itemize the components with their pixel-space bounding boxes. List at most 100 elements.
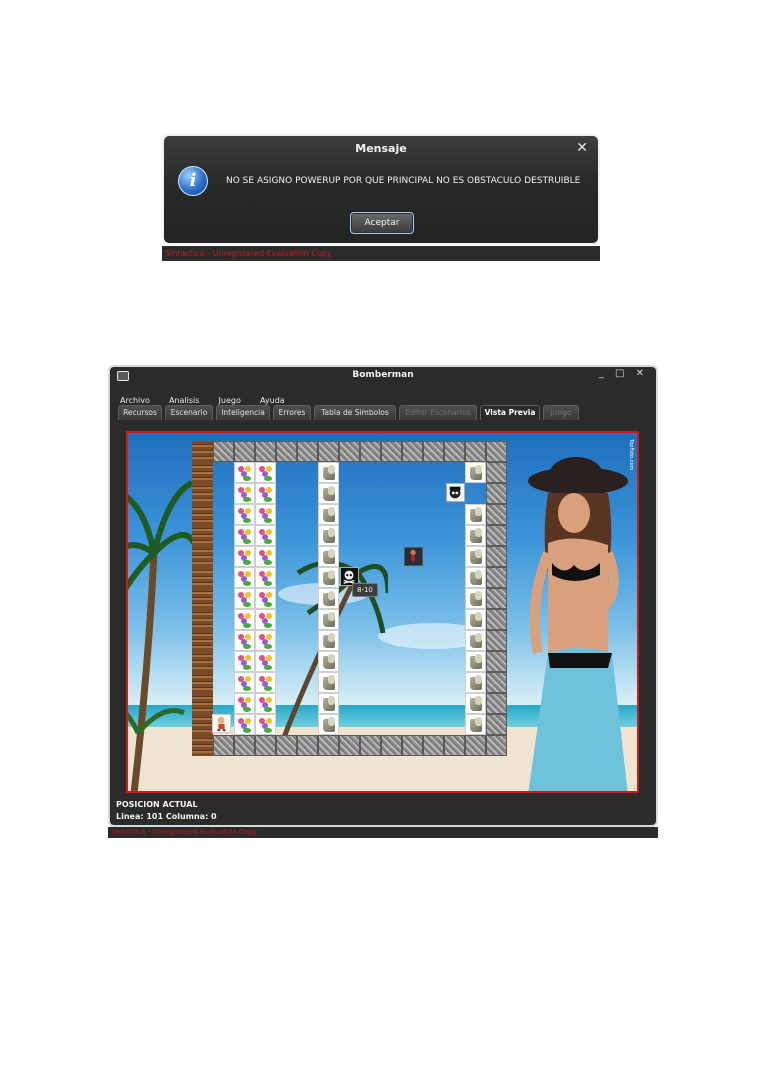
stone-wall-tile[interactable] <box>318 441 339 462</box>
rock-block-tile[interactable] <box>465 546 486 567</box>
rock-block-tile[interactable] <box>465 714 486 735</box>
stone-wall-tile[interactable] <box>360 441 381 462</box>
flower-block-tile[interactable] <box>255 693 276 714</box>
flower-block-tile[interactable] <box>255 714 276 735</box>
flower-block-tile[interactable] <box>234 588 255 609</box>
rock-block-tile[interactable] <box>318 672 339 693</box>
stone-wall-tile[interactable] <box>486 546 507 567</box>
stone-wall-tile[interactable] <box>255 441 276 462</box>
stone-wall-tile[interactable] <box>444 441 465 462</box>
wood-wall-tile[interactable] <box>192 693 213 714</box>
flower-block-tile[interactable] <box>255 630 276 651</box>
rock-block-tile[interactable] <box>318 609 339 630</box>
stone-wall-tile[interactable] <box>339 735 360 756</box>
stone-wall-tile[interactable] <box>486 609 507 630</box>
wood-wall-tile[interactable] <box>192 735 213 756</box>
rock-block-tile[interactable] <box>465 630 486 651</box>
wood-wall-tile[interactable] <box>192 672 213 693</box>
stone-wall-tile[interactable] <box>276 735 297 756</box>
flower-block-tile[interactable] <box>234 546 255 567</box>
rock-block-tile[interactable] <box>318 483 339 504</box>
flower-block-tile[interactable] <box>255 525 276 546</box>
flower-block-tile[interactable] <box>234 630 255 651</box>
stone-wall-tile[interactable] <box>423 735 444 756</box>
title-bar[interactable]: Bomberman _ □ ✕ <box>110 367 656 385</box>
wood-wall-tile[interactable] <box>192 588 213 609</box>
stone-wall-tile[interactable] <box>486 504 507 525</box>
rock-block-tile[interactable] <box>318 693 339 714</box>
stone-wall-tile[interactable] <box>402 441 423 462</box>
rock-block-tile[interactable] <box>465 525 486 546</box>
stone-wall-tile[interactable] <box>213 735 234 756</box>
rock-block-tile[interactable] <box>465 651 486 672</box>
stone-wall-tile[interactable] <box>486 651 507 672</box>
player-enemy[interactable] <box>404 547 423 566</box>
rock-block-tile[interactable] <box>318 567 339 588</box>
menu-archivo[interactable]: Archivo <box>120 396 150 405</box>
menu-analisis[interactable]: Analisis <box>169 396 199 405</box>
stone-wall-tile[interactable] <box>339 441 360 462</box>
wood-wall-tile[interactable] <box>192 567 213 588</box>
flower-block-tile[interactable] <box>234 525 255 546</box>
flower-block-tile[interactable] <box>234 483 255 504</box>
wood-wall-tile[interactable] <box>192 462 213 483</box>
rock-block-tile[interactable] <box>318 630 339 651</box>
rock-block-tile[interactable] <box>465 567 486 588</box>
stone-wall-tile[interactable] <box>486 714 507 735</box>
wood-wall-tile[interactable] <box>192 630 213 651</box>
flower-block-tile[interactable] <box>255 567 276 588</box>
rock-block-tile[interactable] <box>318 651 339 672</box>
stone-wall-tile[interactable] <box>402 735 423 756</box>
stone-wall-tile[interactable] <box>234 735 255 756</box>
flower-block-tile[interactable] <box>234 651 255 672</box>
rock-block-tile[interactable] <box>465 504 486 525</box>
menu-ayuda[interactable]: Ayuda <box>260 396 285 405</box>
flower-block-tile[interactable] <box>234 693 255 714</box>
stone-wall-tile[interactable] <box>486 672 507 693</box>
rock-block-tile[interactable] <box>465 693 486 714</box>
rock-block-tile[interactable] <box>318 546 339 567</box>
flower-block-tile[interactable] <box>255 651 276 672</box>
tab-errores[interactable]: Errores <box>273 405 311 420</box>
wood-wall-tile[interactable] <box>192 504 213 525</box>
stone-wall-tile[interactable] <box>213 441 234 462</box>
tab-escenario[interactable]: Escenario <box>165 405 213 420</box>
flower-block-tile[interactable] <box>234 714 255 735</box>
flower-block-tile[interactable] <box>234 462 255 483</box>
flower-block-tile[interactable] <box>255 546 276 567</box>
stone-wall-tile[interactable] <box>297 441 318 462</box>
preview-canvas[interactable]: TopFoto.com 8-10 <box>126 431 639 793</box>
flower-block-tile[interactable] <box>255 609 276 630</box>
stone-wall-tile[interactable] <box>486 462 507 483</box>
stone-wall-tile[interactable] <box>381 441 402 462</box>
tab-recursos[interactable]: Recursos <box>118 405 162 420</box>
stone-wall-tile[interactable] <box>381 735 402 756</box>
stone-wall-tile[interactable] <box>465 735 486 756</box>
ok-button[interactable]: Aceptar <box>350 212 414 234</box>
stone-wall-tile[interactable] <box>297 735 318 756</box>
rock-block-tile[interactable] <box>465 609 486 630</box>
rock-block-tile[interactable] <box>318 588 339 609</box>
stone-wall-tile[interactable] <box>318 735 339 756</box>
stone-wall-tile[interactable] <box>465 441 486 462</box>
wood-wall-tile[interactable] <box>192 483 213 504</box>
flower-block-tile[interactable] <box>255 588 276 609</box>
flower-block-tile[interactable] <box>234 567 255 588</box>
stone-wall-tile[interactable] <box>486 588 507 609</box>
flower-block-tile[interactable] <box>234 609 255 630</box>
stone-wall-tile[interactable] <box>486 735 507 756</box>
rock-block-tile[interactable] <box>318 504 339 525</box>
close-icon[interactable]: ✕ <box>576 140 588 156</box>
tab-inteligencia[interactable]: Inteligencia <box>216 405 270 420</box>
window-controls[interactable]: _ □ ✕ <box>599 368 648 379</box>
stone-wall-tile[interactable] <box>486 630 507 651</box>
stone-wall-tile[interactable] <box>276 441 297 462</box>
bomberman-character[interactable] <box>212 714 231 733</box>
rock-block-tile[interactable] <box>318 714 339 735</box>
stone-wall-tile[interactable] <box>486 441 507 462</box>
stone-wall-tile[interactable] <box>234 441 255 462</box>
rock-block-tile[interactable] <box>465 588 486 609</box>
menu-juego[interactable]: Juego <box>219 396 241 405</box>
stone-wall-tile[interactable] <box>486 693 507 714</box>
wood-wall-tile[interactable] <box>192 441 213 462</box>
